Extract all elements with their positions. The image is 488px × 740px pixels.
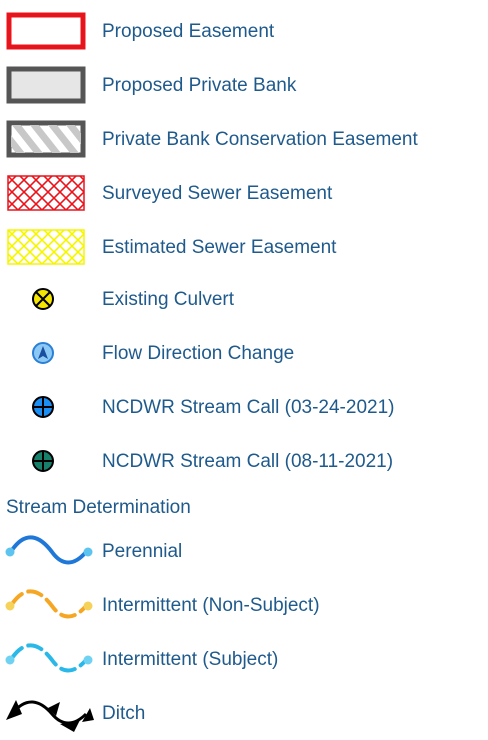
intermittent-nonsubject-stream-icon: [5, 589, 93, 619]
legend-item-proposed-easement: Proposed Easement: [0, 12, 488, 52]
green-crosshair-circle-icon: [32, 450, 54, 472]
legend-item-ditch: Ditch: [0, 694, 488, 734]
gray-filled-rectangle-icon: [6, 66, 86, 104]
ditch-icon: [6, 700, 94, 732]
yellow-x-circle-icon: [32, 288, 54, 310]
legend-item-ncdwr-stream-call-08-11-2021: NCDWR Stream Call (08-11-2021): [0, 442, 488, 482]
legend-item-proposed-private-bank: Proposed Private Bank: [0, 66, 488, 106]
legend-label: Existing Culvert: [102, 289, 234, 310]
red-crosshatch-icon: [7, 175, 85, 211]
legend-item-intermittent-subject: Intermittent (Subject): [0, 640, 488, 680]
legend-label: Ditch: [102, 703, 146, 724]
gray-hatched-rectangle-icon: [6, 120, 86, 158]
legend-item-intermittent-non-subject: Intermittent (Non-Subject): [0, 586, 488, 626]
legend-label: Flow Direction Change: [102, 343, 295, 364]
red-outline-rectangle-icon: [6, 12, 86, 50]
perennial-stream-icon: [5, 535, 93, 565]
legend-label: Proposed Easement: [102, 21, 275, 42]
legend-label: Proposed Private Bank: [102, 75, 297, 96]
legend-item-surveyed-sewer-easement: Surveyed Sewer Easement: [0, 174, 488, 214]
legend-label: NCDWR Stream Call (08-11-2021): [102, 451, 394, 472]
legend-label: NCDWR Stream Call (03-24-2021): [102, 397, 395, 418]
intermittent-subject-stream-icon: [5, 643, 93, 673]
legend-item-existing-culvert: Existing Culvert: [0, 280, 488, 320]
legend-label: Intermittent (Subject): [102, 649, 279, 670]
legend-label: Surveyed Sewer Easement: [102, 183, 333, 204]
legend-label: Estimated Sewer Easement: [102, 237, 337, 258]
stream-determination-heading: Stream Determination: [6, 497, 191, 518]
legend-label: Perennial: [102, 541, 183, 562]
legend-item-ncdwr-stream-call-03-24-2021: NCDWR Stream Call (03-24-2021): [0, 388, 488, 428]
blue-arrow-circle-icon: [32, 342, 54, 364]
yellow-crosshatch-icon: [7, 229, 85, 265]
legend-item-flow-direction-change: Flow Direction Change: [0, 334, 488, 374]
legend-item-private-bank-conservation-easement: Private Bank Conservation Easement: [0, 120, 488, 160]
legend-label: Private Bank Conservation Easement: [102, 129, 418, 150]
legend-item-perennial: Perennial: [0, 532, 488, 572]
legend-label: Intermittent (Non-Subject): [102, 595, 320, 616]
blue-crosshair-circle-icon: [32, 396, 54, 418]
legend-item-estimated-sewer-easement: Estimated Sewer Easement: [0, 228, 488, 268]
